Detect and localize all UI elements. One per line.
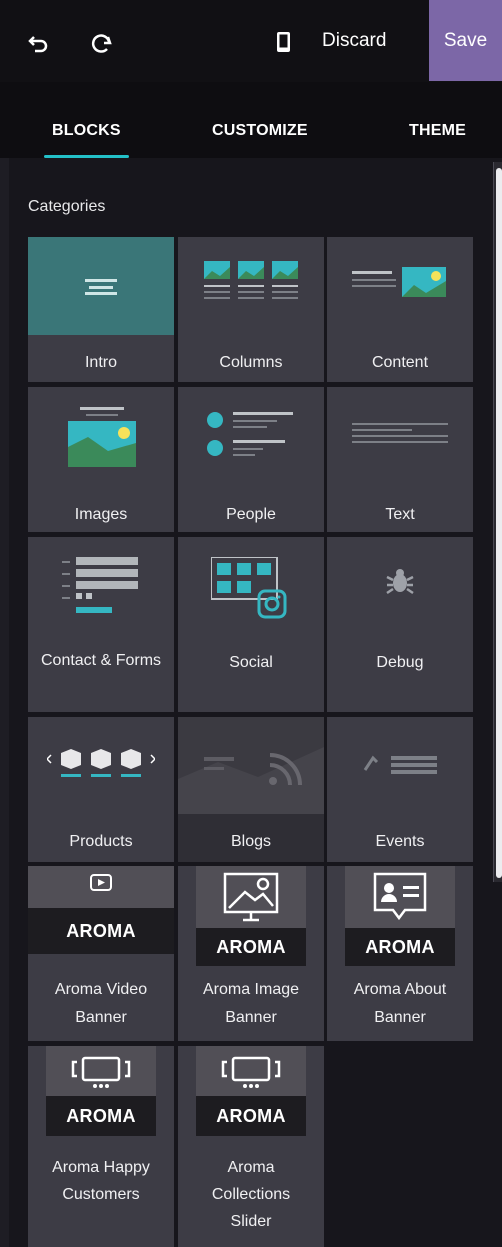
- category-debug[interactable]: Debug: [327, 537, 473, 712]
- tile-label: Intro: [84, 354, 117, 371]
- events-icon: [363, 755, 437, 774]
- aroma-badge: AROMA: [46, 1096, 156, 1136]
- columns-icon: [204, 261, 298, 299]
- panel-edge: [0, 158, 9, 1247]
- snippet-thumbnail: [28, 866, 174, 908]
- category-products[interactable]: Products: [28, 717, 174, 862]
- tab-blocks[interactable]: BLOCKS: [44, 122, 129, 158]
- slider-icon: [71, 1056, 131, 1088]
- tile-label: Aroma Video Banner: [54, 981, 148, 1026]
- tile-label: Blogs: [230, 833, 272, 850]
- tile-label: Text: [385, 506, 415, 523]
- aroma-badge: AROMA: [196, 928, 306, 966]
- tile-label: Events: [375, 833, 425, 850]
- aroma-badge: AROMA: [28, 908, 174, 954]
- category-content[interactable]: Content: [327, 237, 473, 382]
- categories-heading: Categories: [28, 198, 106, 215]
- tile-label: Images: [74, 506, 128, 523]
- category-events[interactable]: Events: [327, 717, 473, 862]
- snippet-aroma-about-banner[interactable]: AROMA Aroma About Banner: [327, 866, 473, 1041]
- aroma-badge: AROMA: [345, 928, 455, 966]
- snippet-aroma-image-banner[interactable]: AROMA Aroma Image Banner: [178, 866, 324, 1041]
- category-contact-forms[interactable]: Contact & Forms: [28, 537, 174, 712]
- tile-label: Social: [229, 654, 273, 671]
- category-columns[interactable]: Columns: [178, 237, 324, 382]
- tile-label: Contact & Forms: [40, 652, 162, 669]
- tile-label: Content: [371, 354, 429, 371]
- snippet-aroma-happy-customers[interactable]: AROMA Aroma Happy Customers: [28, 1046, 174, 1247]
- scrollbar-thumb[interactable]: [496, 168, 502, 878]
- mobile-icon[interactable]: [274, 31, 294, 53]
- about-card-icon: [373, 872, 427, 921]
- tile-label: Aroma Collections Slider: [211, 1159, 291, 1230]
- category-intro[interactable]: Intro: [28, 237, 174, 382]
- editor-toolbar: Discard Save: [0, 0, 502, 83]
- social-icon: [211, 557, 287, 619]
- products-icon: [47, 749, 155, 777]
- content-icon: [352, 267, 446, 297]
- tile-label: Aroma About Banner: [353, 981, 447, 1026]
- tile-label: Aroma Image Banner: [202, 981, 300, 1026]
- intro-thumbnail: [28, 237, 174, 335]
- category-text[interactable]: Text: [327, 387, 473, 532]
- discard-button[interactable]: Discard: [322, 30, 386, 52]
- play-video-icon: [90, 874, 112, 891]
- undo-icon[interactable]: [26, 30, 52, 56]
- category-images[interactable]: Images: [28, 387, 174, 532]
- redo-icon[interactable]: [88, 30, 114, 56]
- save-button[interactable]: Save: [429, 0, 502, 81]
- category-social[interactable]: Social: [178, 537, 324, 712]
- tile-label: Debug: [376, 654, 424, 671]
- snippet-aroma-video-banner[interactable]: AROMA Aroma Video Banner: [28, 866, 174, 1041]
- image-banner-icon: [223, 872, 279, 922]
- aroma-badge: AROMA: [196, 1096, 306, 1136]
- snippet-aroma-collections-slider[interactable]: AROMA Aroma Collections Slider: [178, 1046, 324, 1247]
- snippet-thumbnail: [345, 866, 455, 928]
- tab-customize[interactable]: CUSTOMIZE: [212, 122, 308, 140]
- category-blogs[interactable]: Blogs: [178, 717, 324, 862]
- tile-label: Aroma Happy Customers: [52, 1159, 150, 1203]
- tile-label: People: [226, 506, 276, 523]
- tile-label: Columns: [219, 354, 283, 371]
- tab-theme[interactable]: THEME: [409, 122, 466, 140]
- tile-label: Products: [69, 833, 133, 850]
- slider-icon: [221, 1056, 281, 1088]
- form-icon: [62, 557, 138, 613]
- images-icon: [68, 407, 136, 467]
- bug-icon: [386, 569, 414, 595]
- snippet-thumbnail: [46, 1046, 156, 1096]
- panel-tabs: BLOCKS CUSTOMIZE THEME: [0, 82, 502, 158]
- people-icon: [207, 412, 293, 456]
- blogs-thumbnail: [178, 717, 324, 814]
- snippet-thumbnail: [196, 1046, 306, 1096]
- text-icon: [352, 423, 448, 443]
- snippet-thumbnail: [196, 866, 306, 928]
- category-people[interactable]: People: [178, 387, 324, 532]
